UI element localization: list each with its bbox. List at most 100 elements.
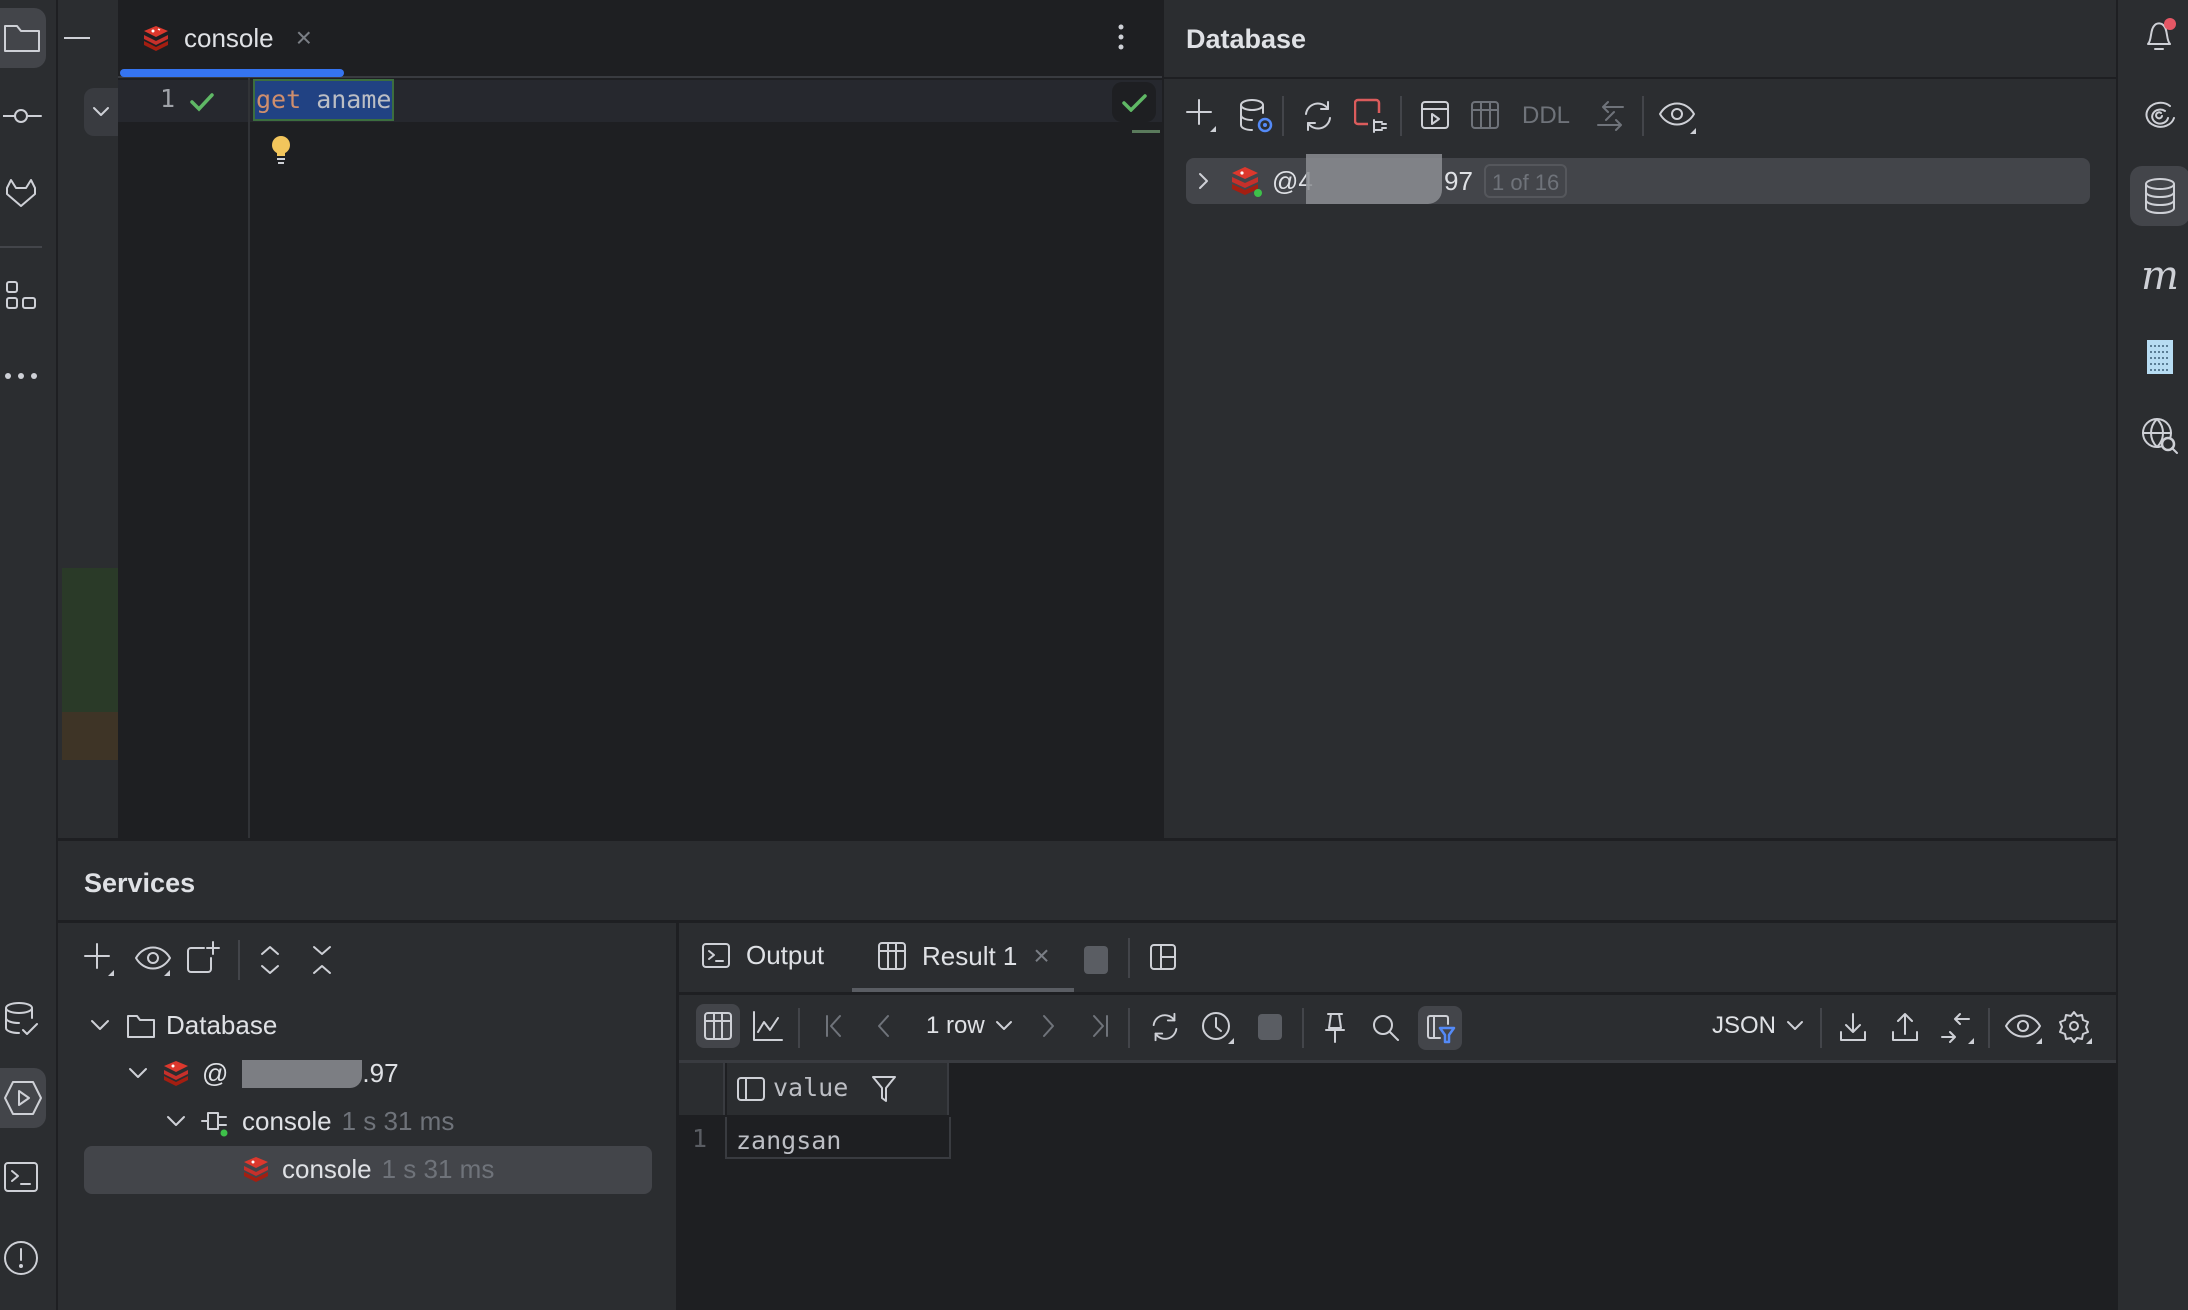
folder-icon [4,25,40,52]
compare-icon[interactable] [1940,1010,1976,1046]
toolbar-separator [1282,96,1284,136]
stop-button[interactable] [1084,946,1108,974]
ddl-button[interactable]: DDL [1522,102,1570,130]
stop-button[interactable] [1258,1014,1282,1040]
expand-all-icon[interactable] [258,944,282,976]
search-icon[interactable] [1372,1014,1400,1042]
services-icon [4,1081,42,1115]
divider [1162,77,2116,79]
new-tab-icon[interactable] [186,940,222,976]
services-button[interactable] [0,1068,46,1128]
toolbar-separator [1302,1008,1304,1048]
database-button[interactable] [2130,166,2188,226]
upload-icon[interactable] [1890,1012,1920,1042]
filter-toggle-button[interactable] [1418,1006,1462,1050]
view-options-icon[interactable] [2004,1012,2044,1048]
chevron-down-icon [1787,1021,1804,1030]
binary-viewer-button[interactable] [2130,326,2188,386]
tab-console[interactable]: console × [142,18,312,58]
ai-assistant-button[interactable] [2130,86,2188,146]
add-icon[interactable] [84,942,116,978]
gitlab-button[interactable] [0,166,46,226]
view-options-icon[interactable] [134,944,174,980]
chevron-right-icon[interactable] [1198,172,1210,190]
datasource-suffix: .97 [362,1058,399,1088]
inspection-widget[interactable] [1112,82,1156,122]
tab-result-1[interactable]: Result 1 × [878,940,1050,972]
chevron-down-icon[interactable] [128,1067,148,1081]
format-label: JSON [1712,1012,1777,1039]
cell-value[interactable]: zangsan [736,1126,841,1155]
notifications-icon [2147,18,2176,50]
chart-icon[interactable] [752,1010,784,1042]
data-source-properties-icon[interactable] [1238,98,1274,134]
code-editor[interactable] [118,78,1162,838]
column-name: value [773,1073,849,1102]
compare-icon[interactable] [1594,98,1630,134]
database-changes-button[interactable] [0,990,46,1050]
check-icon [1122,94,1147,112]
web-search-icon [2142,418,2178,454]
refresh-icon[interactable] [1300,98,1336,134]
tree-row-session[interactable]: console 1 s 31 ms [166,1106,454,1137]
gutter-divider [248,78,250,838]
redacted-host [242,1059,363,1088]
commit-button[interactable] [0,86,46,146]
add-icon[interactable] [1186,98,1218,134]
binary-icon [2147,340,2173,374]
tab-close-icon[interactable]: × [296,22,312,54]
structure-button[interactable] [0,268,46,328]
left-tool-window-bar [0,0,58,1310]
terminal-icon [702,942,730,968]
tree-row-datasource[interactable]: @ .97 [128,1058,399,1089]
disconnect-icon[interactable] [1354,98,1390,136]
execution-time: 1 s 31 ms [381,1154,495,1184]
maven-button[interactable]: m [2130,246,2188,306]
lightbulb-icon[interactable] [270,134,292,166]
pin-icon[interactable] [1322,1012,1348,1044]
next-page-icon[interactable] [1040,1014,1056,1038]
collapse-all-icon[interactable] [310,944,334,976]
collapse-toggle[interactable] [84,88,118,136]
view-options-icon[interactable] [1658,100,1698,136]
terminal-button[interactable] [0,1148,46,1208]
history-icon[interactable] [1200,1010,1236,1046]
grid-line [725,1117,727,1159]
column-header-value[interactable]: value [727,1063,949,1115]
tree-row-datasource[interactable]: @4 97 1 of 16 [1186,154,2090,204]
project-button[interactable] [0,8,46,68]
table-view-button[interactable] [696,1004,740,1048]
last-page-icon[interactable] [1090,1014,1110,1038]
divider [0,246,42,248]
tree-row-console[interactable]: console 1 s 31 ms [242,1154,494,1185]
panel-title: Services [84,868,196,898]
more-icon [5,373,37,379]
query-console-icon[interactable] [1420,100,1452,132]
folder-icon [127,1014,155,1038]
format-selector[interactable]: JSON [1712,1012,1804,1040]
first-page-icon[interactable] [824,1014,844,1038]
download-icon[interactable] [1838,1012,1868,1042]
tree-row-database[interactable]: Database [90,1010,277,1041]
web-search-button[interactable] [2130,406,2188,466]
notifications-button[interactable] [2130,6,2188,66]
refresh-icon[interactable] [1148,1010,1182,1044]
editor-strip-header [58,0,118,78]
table-icon[interactable] [1470,100,1502,132]
toolbar-separator [1820,1008,1822,1048]
minimize-icon[interactable] [64,36,92,40]
chevron-down-icon[interactable] [166,1115,186,1129]
more-tool-windows-button[interactable] [0,346,46,406]
more-vertical-icon[interactable] [1118,24,1124,52]
code-line-1[interactable]: get aname [253,79,395,121]
filter-icon[interactable] [871,1075,897,1103]
row-count-selector[interactable]: 1 row [926,1012,1013,1040]
chevron-down-icon[interactable] [90,1019,110,1033]
tab-close-icon[interactable]: × [1033,940,1049,972]
settings-icon[interactable] [2058,1010,2094,1046]
tab-output[interactable]: Output [702,940,824,971]
layout-icon[interactable] [1150,944,1178,972]
table-icon [878,942,906,970]
previous-page-icon[interactable] [876,1014,892,1038]
problems-button[interactable] [0,1228,46,1288]
